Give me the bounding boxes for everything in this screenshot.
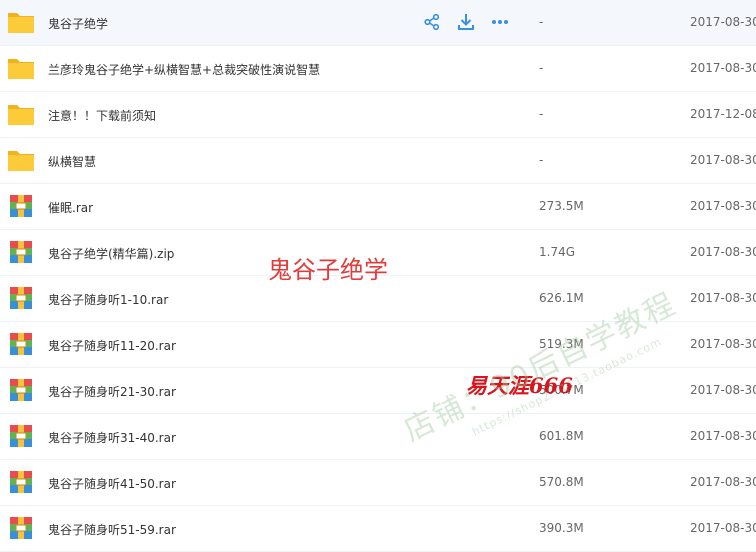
- file-size: -: [539, 107, 544, 121]
- file-modified-date: 2017-08-30: [690, 429, 756, 443]
- file-row[interactable]: 兰彦玲鬼谷子绝学+纵横智慧+总裁突破性演说智慧 - 2017-08-30: [0, 46, 756, 92]
- file-name-link[interactable]: 鬼谷子随身听31-40.rar: [48, 429, 176, 446]
- file-modified-date: 2017-08-30: [690, 383, 756, 397]
- file-row[interactable]: 鬼谷子随身听51-59.rar 390.3M 2017-08-30: [0, 506, 756, 552]
- overlay-caption: 鬼谷子绝学: [268, 256, 388, 284]
- file-row[interactable]: 催眠.rar 273.5M 2017-08-30: [0, 184, 756, 230]
- file-name-link[interactable]: 鬼谷子随身听41-50.rar: [48, 475, 176, 492]
- file-modified-date: 2017-08-30: [690, 199, 756, 213]
- folder-icon: [7, 55, 35, 81]
- archive-file-icon: [7, 193, 35, 219]
- file-row[interactable]: 注意！！下载前须知 - 2017-12-08: [0, 92, 756, 138]
- file-modified-date: 2017-12-08: [690, 107, 756, 121]
- file-size: 570.8M: [539, 475, 584, 489]
- file-size: 1.74G: [539, 245, 576, 259]
- file-row[interactable]: 鬼谷子随身听31-40.rar 601.8M 2017-08-30: [0, 414, 756, 460]
- file-modified-date: 2017-08-30: [690, 521, 756, 535]
- file-name-link[interactable]: 鬼谷子随身听1-10.rar: [48, 291, 168, 308]
- archive-file-icon: [7, 285, 35, 311]
- file-name-link[interactable]: 注意！！下载前须知: [48, 107, 156, 124]
- archive-file-icon: [7, 469, 35, 495]
- file-size: -: [539, 153, 544, 167]
- file-name-link[interactable]: 鬼谷子随身听11-20.rar: [48, 337, 176, 354]
- file-modified-date: 2017-08-30: [690, 475, 756, 489]
- folder-icon: [7, 147, 35, 173]
- file-modified-date: 2017-08-30: [690, 153, 756, 167]
- file-size: 626.1M: [539, 291, 584, 305]
- file-row[interactable]: 纵横智慧 - 2017-08-30: [0, 138, 756, 184]
- file-name-link[interactable]: 纵横智慧: [48, 153, 96, 170]
- file-name-link[interactable]: 鬼谷子随身听21-30.rar: [48, 383, 176, 400]
- file-row[interactable]: 鬼谷子绝学 - 2017-08-30: [0, 0, 756, 46]
- file-name-link[interactable]: 催眠.rar: [48, 199, 93, 216]
- file-name-link[interactable]: 鬼谷子绝学: [48, 15, 108, 32]
- download-icon[interactable]: [455, 11, 477, 33]
- file-size: 390.3M: [539, 521, 584, 535]
- archive-file-icon: [7, 331, 35, 357]
- file-row[interactable]: 鬼谷子随身听21-30.rar 500.7M 2017-08-30: [0, 368, 756, 414]
- folder-icon: [7, 9, 35, 35]
- more-icon[interactable]: [489, 11, 511, 33]
- archive-file-icon: [7, 423, 35, 449]
- file-size: 273.5M: [539, 199, 584, 213]
- file-size: 601.8M: [539, 429, 584, 443]
- file-modified-date: 2017-08-30: [690, 15, 756, 29]
- file-row[interactable]: 鬼谷子随身听11-20.rar 519.3M 2017-08-30: [0, 322, 756, 368]
- archive-file-icon: [7, 239, 35, 265]
- file-size: -: [539, 61, 544, 75]
- file-modified-date: 2017-08-30: [690, 291, 756, 305]
- file-modified-date: 2017-08-30: [690, 61, 756, 75]
- file-name-link[interactable]: 鬼谷子随身听51-59.rar: [48, 521, 176, 538]
- file-name-link[interactable]: 鬼谷子绝学(精华篇).zip: [48, 245, 174, 262]
- file-name-link[interactable]: 兰彦玲鬼谷子绝学+纵横智慧+总裁突破性演说智慧: [48, 61, 320, 78]
- file-size: -: [539, 15, 544, 29]
- file-size: 519.3M: [539, 337, 584, 351]
- archive-file-icon: [7, 515, 35, 541]
- file-row[interactable]: 鬼谷子随身听41-50.rar 570.8M 2017-08-30: [0, 460, 756, 506]
- folder-icon: [7, 101, 35, 127]
- file-modified-date: 2017-08-30: [690, 337, 756, 351]
- archive-file-icon: [7, 377, 35, 403]
- file-modified-date: 2017-08-30: [690, 245, 756, 259]
- row-actions: [421, 10, 523, 34]
- overlay-brand-text: 易天涯666: [466, 373, 573, 398]
- share-icon[interactable]: [421, 11, 443, 33]
